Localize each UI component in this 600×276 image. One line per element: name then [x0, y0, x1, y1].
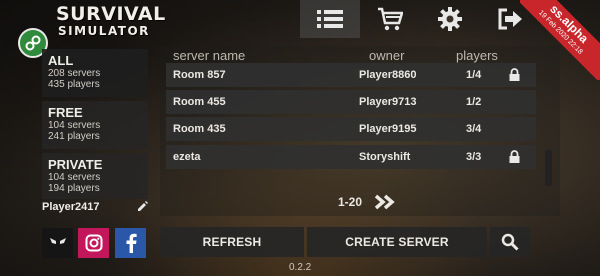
filter-free[interactable]: FREE 104 servers 241 players [42, 101, 148, 149]
lock-icon [509, 68, 520, 84]
pencil-icon[interactable] [137, 201, 148, 212]
server-owner: Storyshift [359, 151, 411, 163]
refresh-button[interactable]: REFRESH [160, 227, 304, 257]
server-row[interactable]: Room 435 Player9195 3/4 [166, 117, 536, 141]
filter-title: FREE [48, 105, 83, 120]
username: Player2417 [42, 200, 100, 213]
game-logo: SURVIVAL SIMULATOR [56, 4, 168, 38]
server-players: 1/4 [466, 69, 482, 81]
server-row[interactable]: ezeta Storyshift 3/3 [166, 145, 536, 169]
username-row: Player2417 [42, 199, 148, 214]
filter-players: 194 players [48, 183, 100, 194]
server-name: ezeta [173, 151, 201, 163]
cart-icon [378, 7, 403, 31]
server-players: 1/2 [466, 96, 482, 108]
list-scrollbar[interactable] [545, 150, 552, 186]
pagination: 1-20 [338, 192, 396, 212]
alien-icon [49, 238, 66, 244]
filter-private[interactable]: PRIVATE 104 servers 194 players [42, 153, 148, 199]
header-players: players [456, 48, 498, 63]
logo-title: SURVIVAL [56, 3, 166, 25]
filter-players: 435 players [48, 79, 100, 90]
filter-all[interactable]: ALL 208 servers 435 players [42, 49, 148, 97]
nav-settings-button[interactable] [420, 0, 480, 38]
footer-version: 0.2.2 [289, 262, 312, 273]
server-owner: Player9713 [359, 96, 417, 108]
lock-icon [509, 150, 520, 166]
instagram-button[interactable] [78, 228, 109, 258]
header-server-name: server name [173, 48, 246, 63]
header-owner: owner [369, 48, 405, 63]
facebook-icon [126, 233, 137, 253]
page-range: 1-20 [338, 195, 363, 209]
instagram-icon [85, 234, 102, 252]
exit-icon [498, 8, 522, 30]
alien-social-button[interactable] [42, 228, 73, 258]
search-button[interactable] [490, 227, 530, 257]
filter-players: 241 players [48, 131, 100, 142]
double-chevron-right-icon[interactable] [374, 194, 396, 210]
server-players: 3/4 [466, 123, 482, 135]
server-owner: Player9195 [359, 123, 417, 135]
server-players: 3/3 [466, 151, 482, 163]
nav-server-list-button[interactable] [300, 0, 360, 38]
server-row[interactable]: Room 455 Player9713 1/2 [166, 90, 536, 114]
server-name: Room 455 [173, 96, 226, 108]
nav-shop-button[interactable] [360, 0, 420, 38]
create-server-button[interactable]: CREATE SERVER [307, 227, 487, 257]
filter-servers: 104 servers [48, 120, 101, 131]
search-icon [501, 233, 519, 251]
gear-icon [438, 7, 462, 31]
logo-subtitle: SIMULATOR [58, 24, 150, 38]
server-name: Room 857 [173, 69, 226, 81]
filter-servers: 208 servers [48, 68, 101, 79]
top-nav [300, 0, 540, 38]
server-owner: Player8860 [359, 69, 417, 81]
server-list-header: server name owner players [160, 48, 560, 64]
filter-servers: 104 servers [48, 172, 101, 183]
list-icon [317, 10, 343, 28]
server-row[interactable]: Room 857 Player8860 1/4 [166, 63, 536, 87]
server-name: Room 435 [173, 123, 226, 135]
filter-title: PRIVATE [48, 157, 103, 172]
filter-title: ALL [48, 53, 74, 68]
facebook-button[interactable] [115, 228, 146, 258]
